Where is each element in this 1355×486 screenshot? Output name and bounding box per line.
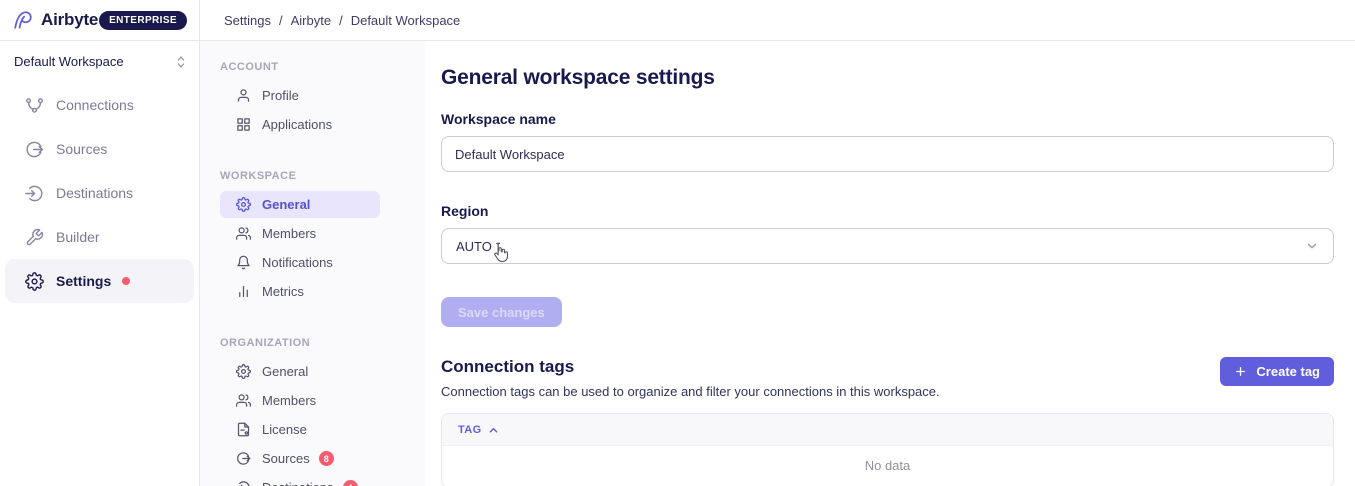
section-title-organization: ORGANIZATION: [220, 337, 425, 349]
settings-nav-label: Destinations: [262, 480, 334, 486]
chevrons-up-down-icon: [175, 55, 187, 69]
connection-tags-header: Connection tags Connection tags can be u…: [441, 357, 1334, 399]
breadcrumb-separator: /: [339, 13, 343, 28]
region-selected-value: AUTO: [456, 239, 492, 254]
breadcrumb-airbyte[interactable]: Airbyte: [291, 13, 331, 28]
settings-nav-org-sources[interactable]: Sources 8: [220, 445, 380, 472]
users-icon: [236, 226, 251, 241]
enterprise-badge: ENTERPRISE: [99, 11, 187, 30]
gear-icon: [25, 272, 44, 291]
grid-icon: [236, 117, 251, 132]
settings-nav-label: Sources: [262, 451, 310, 466]
settings-nav-workspace-members[interactable]: Members: [220, 220, 380, 247]
gear-icon: [236, 197, 251, 212]
users-icon: [236, 393, 251, 408]
tags-table-header[interactable]: TAG: [442, 414, 1333, 445]
chevron-down-icon: [1305, 239, 1319, 253]
left-sidebar: Default Workspace Connections: [0, 41, 200, 486]
sidebar-item-builder[interactable]: Builder: [5, 215, 194, 259]
settings-nav-profile[interactable]: Profile: [220, 82, 380, 109]
create-tag-label: Create tag: [1256, 364, 1320, 379]
tags-table-empty-state: No data: [442, 445, 1333, 486]
settings-nav-org-members[interactable]: Members: [220, 387, 380, 414]
save-changes-button[interactable]: Save changes: [441, 297, 562, 327]
airbyte-logo-icon: [12, 9, 34, 31]
workspace-name-label: Workspace name: [441, 111, 1334, 127]
workspace-selector-label: Default Workspace: [14, 54, 124, 69]
destinations-icon: [236, 480, 251, 486]
page-title: General workspace settings: [441, 66, 1334, 90]
connection-tags-description: Connection tags can be used to organize …: [441, 384, 940, 399]
sidebar-item-label: Builder: [56, 229, 100, 245]
settings-sidebar: ACCOUNT Profile Applications: [200, 41, 425, 486]
logo-area: Airbyte ENTERPRISE: [0, 0, 200, 40]
sidebar-item-destinations[interactable]: Destinations: [5, 171, 194, 215]
settings-nav-label: Members: [262, 393, 316, 408]
sidebar-item-connections[interactable]: Connections: [5, 83, 194, 127]
settings-nav-workspace-general[interactable]: General: [220, 191, 380, 218]
sort-ascending-icon: [488, 425, 499, 436]
section-organization: ORGANIZATION General Members: [220, 337, 425, 486]
sidebar-item-settings[interactable]: Settings: [5, 259, 194, 303]
settings-nav-label: License: [262, 422, 307, 437]
sidebar-item-sources[interactable]: Sources: [5, 127, 194, 171]
settings-nav-org-general[interactable]: General: [220, 358, 380, 385]
section-account: ACCOUNT Profile Applications: [220, 61, 425, 138]
settings-nav-license[interactable]: License: [220, 416, 380, 443]
workspace-selector[interactable]: Default Workspace: [0, 41, 199, 79]
settings-nav-label: Notifications: [262, 255, 333, 270]
breadcrumb-default-workspace[interactable]: Default Workspace: [351, 13, 461, 28]
settings-nav-label: Members: [262, 226, 316, 241]
connection-tags-title: Connection tags: [441, 357, 940, 377]
bar-chart-icon: [236, 284, 251, 299]
wrench-icon: [25, 228, 44, 247]
destinations-icon: [25, 184, 44, 203]
license-file-icon: [236, 422, 251, 437]
gear-icon: [236, 364, 251, 379]
workspace-name-input[interactable]: [441, 136, 1334, 172]
sidebar-item-label: Settings: [56, 273, 111, 289]
region-select[interactable]: AUTO: [441, 228, 1334, 264]
settings-nav-label: Metrics: [262, 284, 304, 299]
brand-name: Airbyte: [41, 10, 98, 30]
sources-icon: [25, 140, 44, 159]
settings-nav-org-destinations[interactable]: Destinations 4: [220, 474, 380, 486]
settings-nav-applications[interactable]: Applications: [220, 111, 380, 138]
settings-nav-notifications[interactable]: Notifications: [220, 249, 380, 276]
section-title-workspace: WORKSPACE: [220, 170, 425, 182]
main-nav: Connections Sources Destinations: [0, 79, 199, 303]
region-field: Region AUTO: [441, 203, 1334, 264]
breadcrumb-settings[interactable]: Settings: [224, 13, 271, 28]
section-workspace: WORKSPACE General Members: [220, 170, 425, 305]
bell-icon: [236, 255, 251, 270]
sidebar-item-label: Sources: [56, 141, 107, 157]
user-icon: [236, 88, 251, 103]
tags-table: TAG No data: [441, 413, 1334, 486]
tag-column-header: TAG: [458, 424, 482, 436]
destinations-count-badge: 4: [343, 480, 358, 486]
settings-nav-label: Applications: [262, 117, 332, 132]
settings-nav-label: General: [262, 364, 308, 379]
settings-nav-label: General: [262, 197, 310, 212]
notification-dot: [122, 277, 130, 285]
sidebar-item-label: Connections: [56, 97, 134, 113]
connection-tags-text: Connection tags Connection tags can be u…: [441, 357, 940, 399]
plus-icon: [1234, 365, 1247, 378]
top-bar: Airbyte ENTERPRISE Settings / Airbyte / …: [0, 0, 1355, 41]
region-label: Region: [441, 203, 1334, 219]
connections-icon: [25, 96, 44, 115]
sidebar-item-label: Destinations: [56, 185, 133, 201]
breadcrumb-separator: /: [279, 13, 283, 28]
workspace-name-field: Workspace name: [441, 111, 1334, 172]
main-content: General workspace settings Workspace nam…: [425, 41, 1355, 486]
breadcrumb: Settings / Airbyte / Default Workspace: [200, 0, 460, 40]
sources-icon: [236, 451, 251, 466]
settings-nav-label: Profile: [262, 88, 299, 103]
section-title-account: ACCOUNT: [220, 61, 425, 73]
create-tag-button[interactable]: Create tag: [1220, 357, 1334, 386]
sources-count-badge: 8: [319, 451, 334, 466]
settings-nav-metrics[interactable]: Metrics: [220, 278, 380, 305]
